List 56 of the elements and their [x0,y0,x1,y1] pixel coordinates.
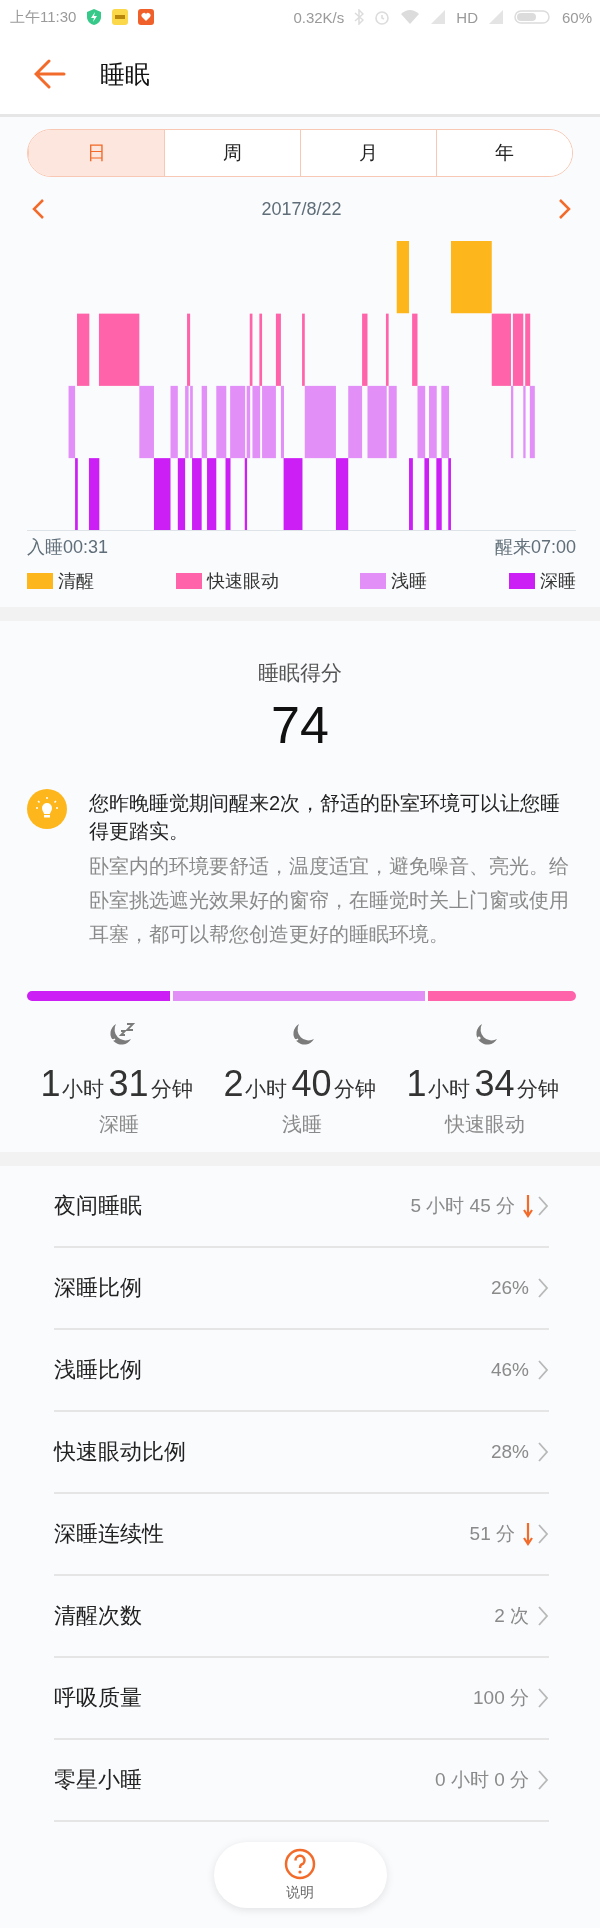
stage-label: 浅睡 [281,1112,322,1138]
screen-title: 睡眠 [100,58,150,90]
signal-icon [487,9,504,25]
metric-row[interactable]: 夜间睡眠 5 小时 45 分 [54,1166,549,1249]
app-icon [112,9,129,25]
metric-row[interactable]: 浅睡比例 46% [54,1330,549,1413]
sleep-score: 74 [271,695,329,755]
chevron-right-icon [537,1441,549,1464]
stage-label: 快速眼动 [444,1112,525,1138]
signal-icon [430,9,447,25]
down-arrow-icon [523,1522,533,1547]
tip-detail: 卧室内的环境要舒适，温度适宜，避免噪音、亮光。给卧室挑选遮光效果好的窗帘，在睡觉时关上门窗或使用耳塞，都可以帮您创造更好的睡眠环境。 [89,854,570,948]
wake-time: 醒来07:00 [494,536,576,559]
network-speed: 0.32K/s [293,8,345,26]
chevron-right-icon [537,1687,549,1710]
chevron-left-icon [31,198,45,220]
metric-row[interactable]: 零星小睡 0 小时 0 分 [54,1740,549,1823]
metric-row[interactable]: 深睡比例 26% [54,1248,549,1331]
metric-row[interactable]: 清醒次数 2 次 [54,1576,549,1659]
sleep-start-time: 入睡00:31 [27,536,109,559]
alarm-icon [374,9,391,25]
legend-label: 浅睡 [391,570,428,593]
chevron-right-icon [537,1195,549,1218]
wifi-icon [400,9,421,25]
stage-duration: 2小时 40分钟 [223,1063,377,1106]
tip-headline: 您昨晚睡觉期间醒来2次，舒适的卧室环境可以让您睡得更踏实。 [89,791,562,844]
status-time: 上午11:30 [10,7,77,27]
chevron-right-icon [537,1359,549,1382]
back-arrow-icon [34,59,66,89]
down-arrow-icon [523,1194,533,1219]
shield-icon [86,8,103,26]
legend-label: 快速眼动 [206,570,279,593]
battery-level: 60% [561,8,592,26]
lightbulb-icon [27,789,67,829]
heart-app-icon [138,9,155,25]
legend-label: 清醒 [58,570,94,593]
chevron-right-icon [537,1277,549,1300]
chevron-right-icon [537,1605,549,1628]
network-type: HD [456,8,478,26]
date-label: 2017/8/22 [261,198,342,220]
period-tab[interactable]: 年 [436,130,572,176]
metric-row[interactable]: 呼吸质量 100 分 [54,1658,549,1741]
chevron-right-icon [558,198,572,220]
metric-row[interactable]: 深睡连续性 51 分 [54,1494,549,1577]
metric-row[interactable]: 快速眼动比例 28% [54,1412,549,1495]
chevron-right-icon [537,1769,549,1792]
stage-label: 深睡 [98,1112,139,1138]
chevron-right-icon [537,1523,549,1546]
stage-duration: 1小时 31分钟 [40,1063,194,1106]
stage-duration: 1小时 34分钟 [406,1063,560,1106]
bluetooth-icon [354,9,365,25]
help-button[interactable]: 说明 [213,1842,387,1909]
battery-icon [513,9,552,25]
legend-label: 深睡 [539,570,576,593]
score-title: 睡眠得分 [258,660,342,686]
question-icon [284,1848,316,1881]
